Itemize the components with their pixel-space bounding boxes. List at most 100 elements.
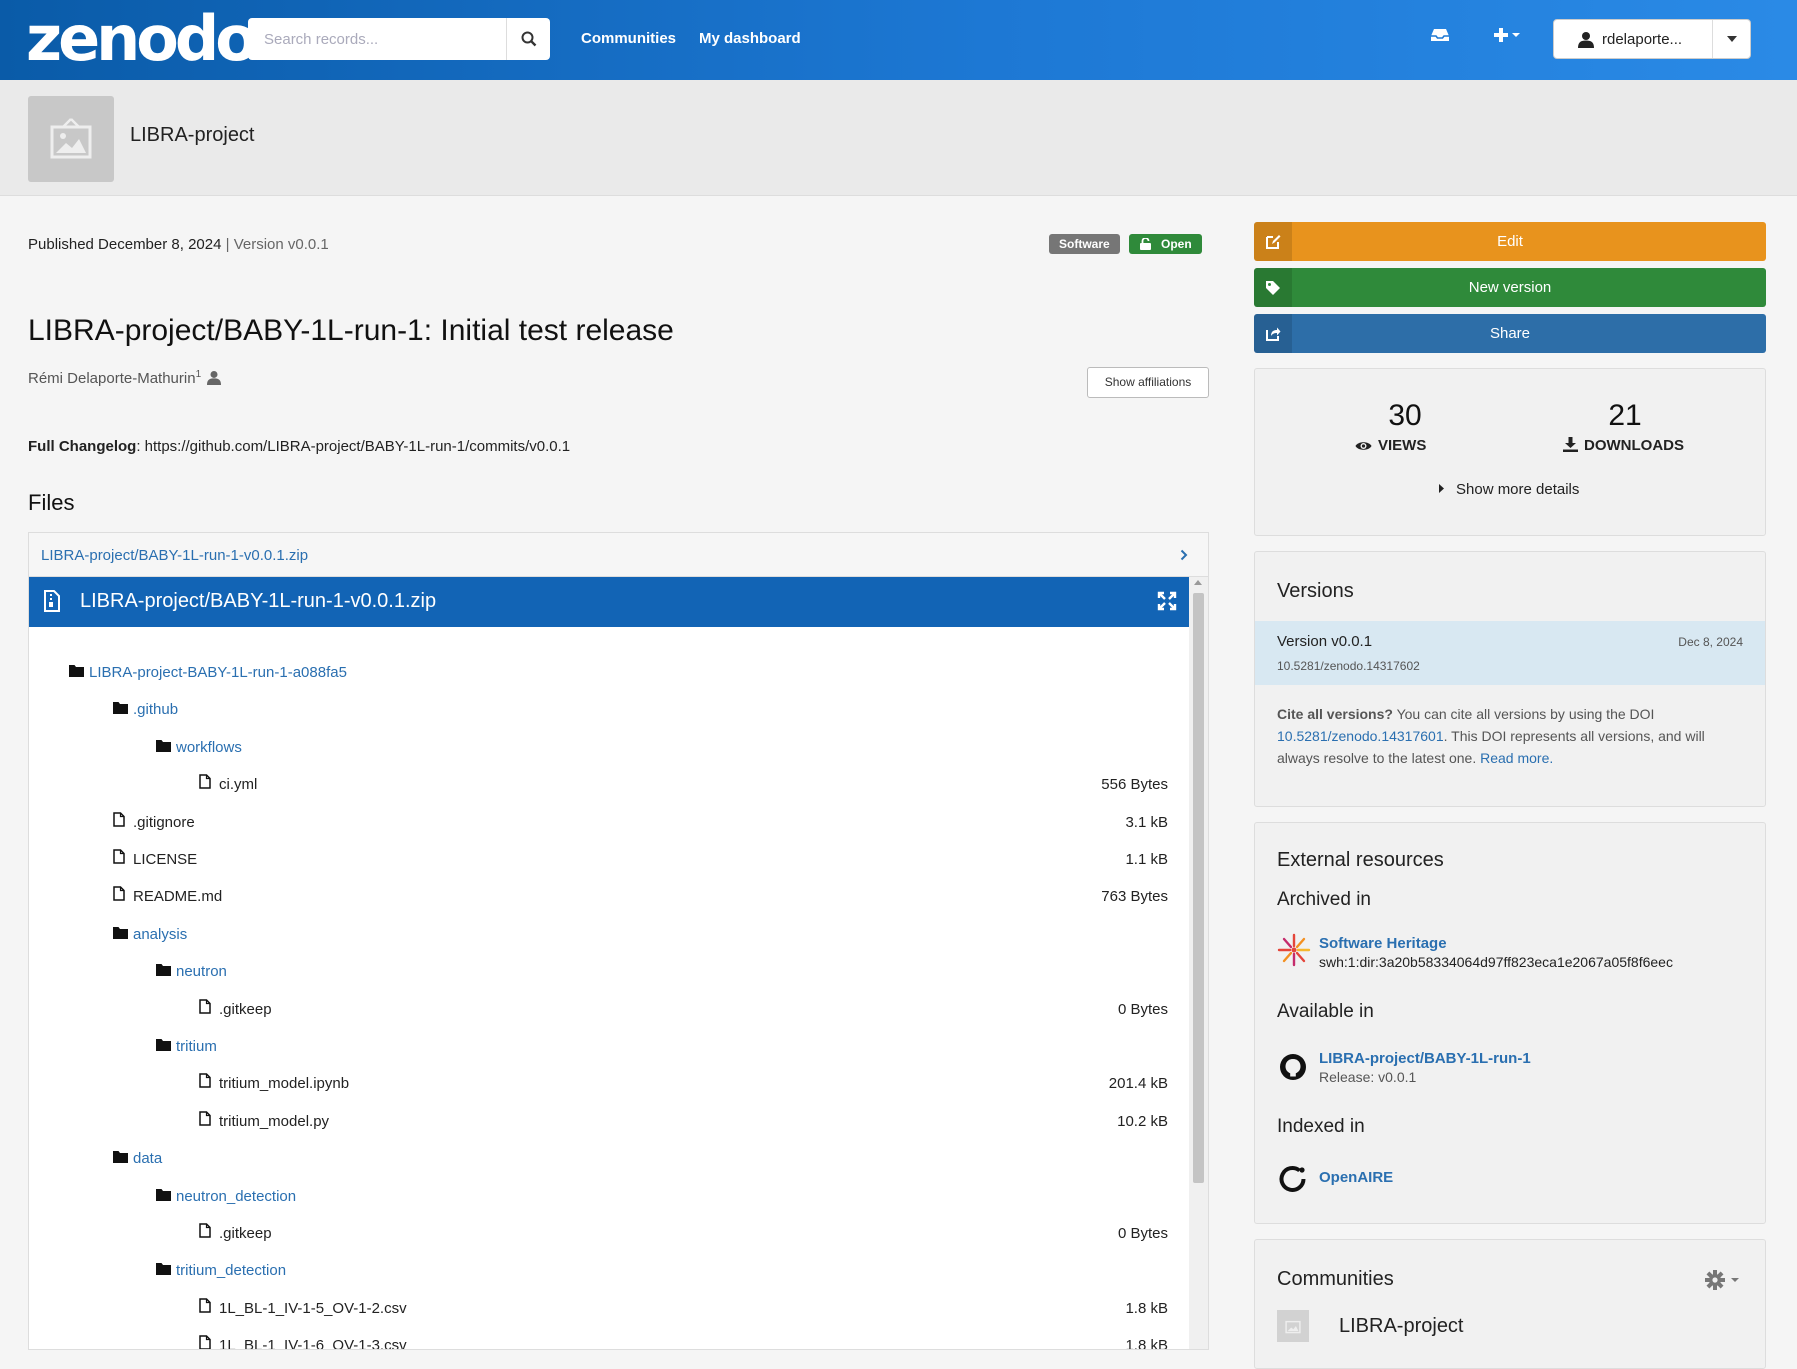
share-button[interactable]: Share (1254, 314, 1766, 353)
folder-icon (156, 1186, 176, 1208)
scroll-up-arrow[interactable] (1194, 580, 1202, 585)
changelog-text: : https://github.com/LIBRA-project/BABY-… (136, 438, 571, 455)
show-more-details-toggle[interactable]: Show more details (1439, 481, 1579, 498)
tree-folder-row[interactable]: tritium_detection (156, 1260, 286, 1282)
file-icon (199, 998, 219, 1021)
folder-name[interactable]: data (133, 1150, 162, 1167)
affiliation-number: 1 (195, 369, 202, 380)
github-icon (1280, 1054, 1306, 1080)
file-size: 3.1 kB (1125, 813, 1168, 831)
file-size: 10.2 kB (1117, 1112, 1168, 1130)
inbox-icon[interactable] (1429, 26, 1451, 49)
share-label: Share (1489, 325, 1531, 342)
file-name: ci.yml (219, 776, 258, 794)
search-input[interactable] (248, 18, 506, 60)
author-name[interactable]: Rémi Delaporte-Mathurin (28, 370, 196, 387)
tree-folder-row[interactable]: tritium (156, 1036, 217, 1058)
version-name[interactable]: Version v0.0.1 (1277, 633, 1372, 650)
read-more-link[interactable]: Read more. (1480, 750, 1553, 766)
file-icon (199, 774, 219, 796)
folder-icon (113, 1148, 133, 1170)
file-size: 1.8 kB (1125, 1299, 1168, 1317)
archived-in-heading: Archived in (1277, 889, 1371, 910)
search-button[interactable] (506, 18, 550, 60)
nav-my-dashboard[interactable]: My dashboard (699, 30, 801, 47)
user-menu-button[interactable]: rdelaporte... (1553, 19, 1751, 59)
available-in-heading: Available in (1277, 1001, 1374, 1022)
new-version-button[interactable]: New version (1254, 268, 1766, 307)
folder-name[interactable]: neutron (176, 963, 227, 980)
file-size: 0 Bytes (1117, 1000, 1168, 1018)
zenodo-logo[interactable]: zenodo (26, 4, 258, 74)
access-status-badge: Open (1129, 234, 1202, 254)
search-icon (521, 31, 536, 47)
expand-fullscreen-icon[interactable] (1157, 591, 1177, 611)
nav-communities[interactable]: Communities (581, 30, 676, 47)
views-count: 30 (1388, 399, 1422, 432)
tree-folder-row[interactable]: LIBRA-project-BABY-1L-run-1-a088fa5 (69, 662, 347, 684)
download-icon (1563, 437, 1578, 452)
folder-icon (156, 1260, 176, 1282)
tree-file-row: 1L_BL-1_IV-1-6_OV-1-3.csv (199, 1335, 407, 1349)
preview-title: LIBRA-project/BABY-1L-run-1-v0.0.1.zip (80, 590, 437, 612)
community-header: LIBRA-project (0, 80, 1797, 196)
indexed-in-heading: Indexed in (1277, 1116, 1365, 1137)
files-accordion-header[interactable]: LIBRA-project/BABY-1L-run-1-v0.0.1.zip (28, 532, 1209, 576)
tree-file-row: .gitkeep (199, 998, 272, 1021)
user-dropdown-toggle[interactable] (1712, 20, 1750, 58)
scrollbar-thumb[interactable] (1193, 593, 1204, 1183)
community-name[interactable]: LIBRA-project (130, 124, 255, 147)
tree-file-row: tritium_model.ipynb (199, 1073, 349, 1095)
tree-file-row: ci.yml (199, 774, 257, 796)
software-heritage-link[interactable]: Software Heritage (1319, 935, 1447, 952)
file-name: LICENSE (133, 851, 198, 868)
folder-name[interactable]: workflows (176, 739, 242, 756)
file-icon (113, 849, 133, 871)
folder-name[interactable]: tritium_detection (176, 1262, 286, 1279)
file-icon (199, 1111, 219, 1133)
file-icon (113, 886, 133, 908)
tree-folder-row[interactable]: neutron_detection (156, 1186, 296, 1208)
folder-name[interactable]: analysis (133, 926, 187, 943)
files-heading: Files (28, 490, 75, 515)
tree-folder-row[interactable]: data (113, 1148, 162, 1170)
show-affiliations-button[interactable]: Show affiliations (1087, 367, 1209, 398)
preview-scrollbar[interactable] (1189, 577, 1208, 1349)
concept-doi-link[interactable]: 10.5281/zenodo.14317601 (1277, 728, 1444, 744)
downloads-label: DOWNLOADS (1584, 437, 1684, 454)
person-icon (207, 370, 222, 385)
file-size: 556 Bytes (1101, 776, 1168, 794)
edit-button[interactable]: Edit (1254, 222, 1766, 261)
tree-folder-row[interactable]: .github (113, 699, 178, 721)
community-item-name[interactable]: LIBRA-project (1339, 1315, 1464, 1338)
file-icon (199, 1073, 219, 1095)
community-logo-placeholder[interactable] (28, 96, 114, 182)
chevron-right-icon (1180, 549, 1188, 561)
tree-folder-row[interactable]: neutron (156, 961, 227, 983)
external-resources-panel: External resources Archived in Software … (1254, 822, 1766, 1224)
manage-communities-gear-icon[interactable] (1705, 1270, 1743, 1290)
folder-name[interactable]: tritium (176, 1038, 217, 1055)
folder-name[interactable]: neutron_detection (176, 1188, 296, 1205)
github-release-label: Release: v0.0.1 (1319, 1069, 1417, 1085)
archive-download-link[interactable]: LIBRA-project/BABY-1L-run-1-v0.0.1.zip (41, 547, 308, 564)
folder-name[interactable]: LIBRA-project-BABY-1L-run-1-a088fa5 (89, 664, 347, 681)
new-upload-plus-icon[interactable] (1493, 26, 1525, 49)
tree-folder-row[interactable]: workflows (156, 737, 242, 759)
file-name: README.md (133, 888, 223, 906)
folder-name[interactable]: .github (133, 701, 178, 718)
openaire-link[interactable]: OpenAIRE (1319, 1169, 1393, 1186)
github-repository-link[interactable]: LIBRA-project/BABY-1L-run-1 (1319, 1050, 1531, 1067)
community-thumbnail[interactable] (1277, 1310, 1309, 1342)
views-label: VIEWS (1378, 437, 1427, 454)
file-size: 0 Bytes (1117, 1225, 1168, 1242)
preview-title-bar: LIBRA-project/BABY-1L-run-1-v0.0.1.zip (29, 577, 1189, 627)
cite-text-part1: You can cite all versions by using the D… (1392, 706, 1655, 722)
file-icon (199, 1335, 219, 1349)
folder-icon (113, 699, 133, 721)
version-item-current[interactable]: Version v0.0.1 Dec 8, 2024 10.5281/zenod… (1255, 621, 1765, 685)
tree-folder-row[interactable]: analysis (113, 924, 187, 946)
share-icon (1254, 314, 1292, 353)
published-date: Published December 8, 2024 (28, 236, 222, 253)
versions-panel: Versions Version v0.0.1 Dec 8, 2024 10.5… (1254, 551, 1766, 807)
